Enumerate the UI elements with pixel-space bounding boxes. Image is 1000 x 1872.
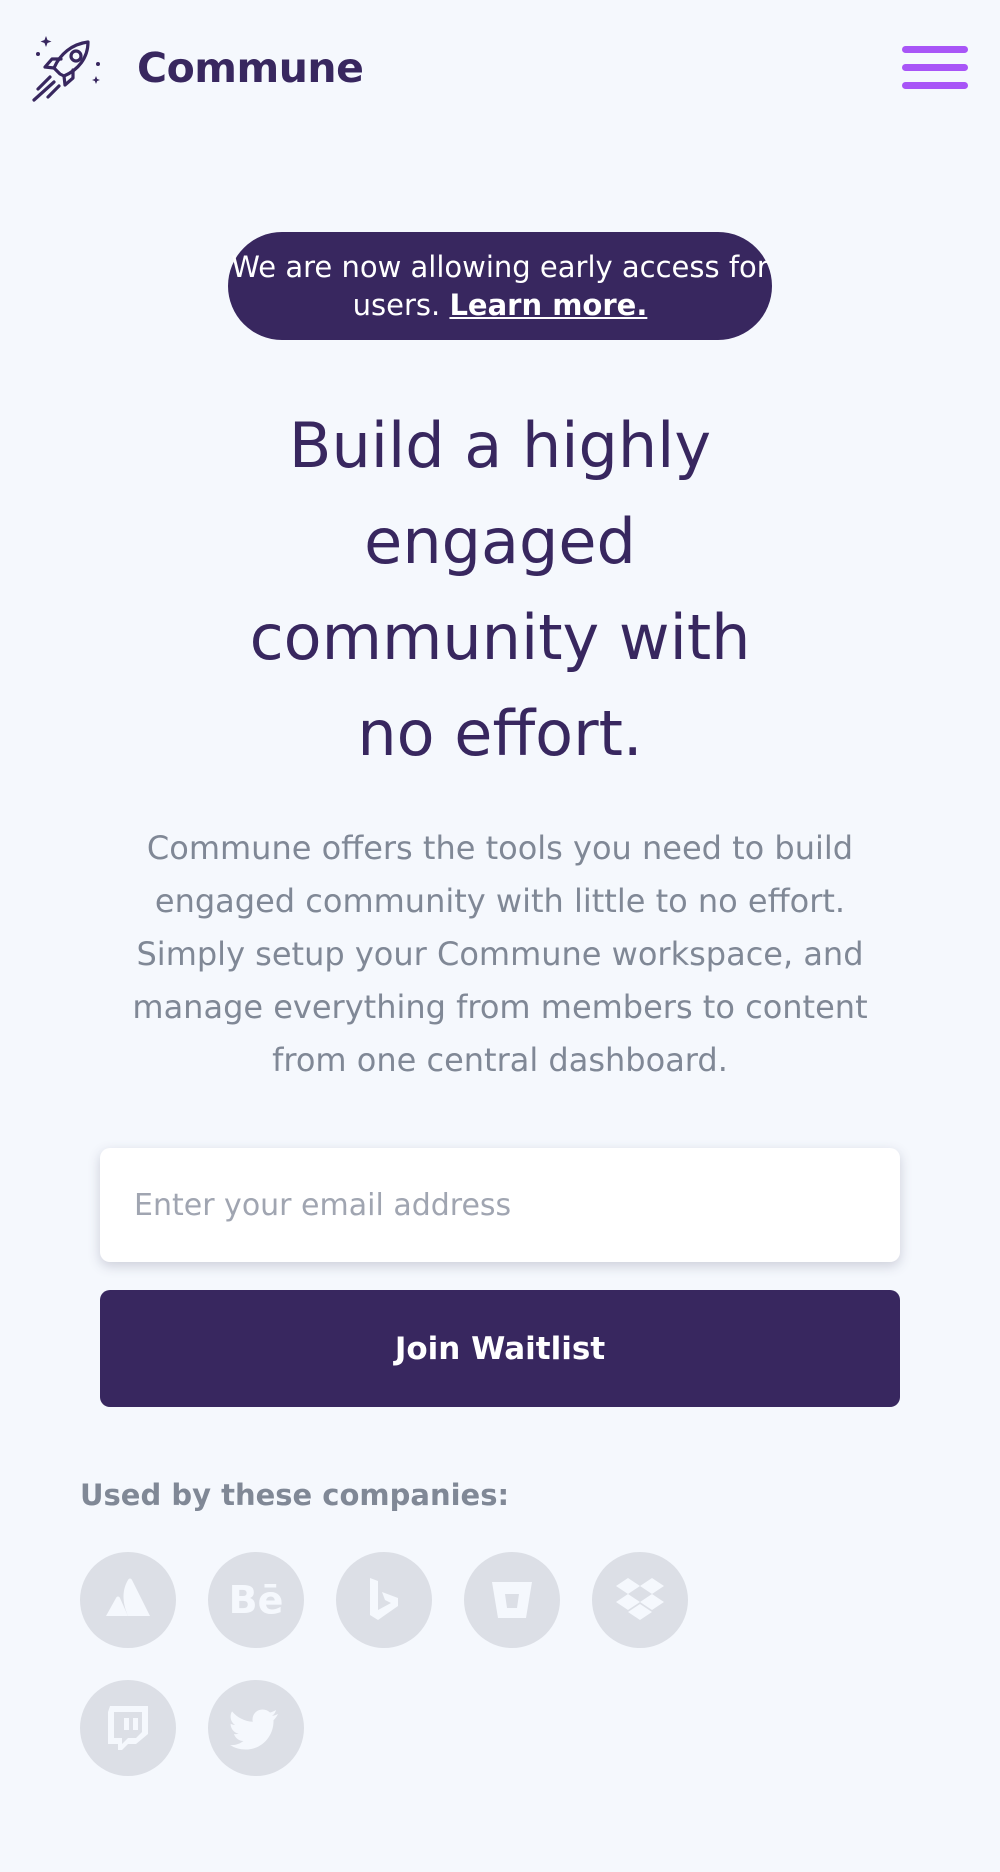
brand-name[interactable]: Commune — [137, 44, 364, 92]
company-logo-twitter[interactable] — [208, 1680, 304, 1776]
hero-description: Commune offers the tools you need to bui… — [132, 829, 868, 1079]
bing-icon — [370, 1578, 398, 1620]
company-logo-twitch[interactable] — [80, 1680, 176, 1776]
page-title: Build a highly engaged community with no… — [249, 409, 751, 770]
menu-bar — [902, 46, 968, 53]
twitter-icon — [230, 1709, 278, 1750]
company-logo-atlassian[interactable] — [80, 1552, 176, 1648]
hamburger-menu-icon[interactable] — [902, 46, 968, 90]
early-access-notice: We are now allowing early access for use… — [228, 232, 772, 340]
company-logo-behance[interactable]: Bē — [208, 1552, 304, 1648]
rocket-icon[interactable] — [30, 30, 104, 104]
behance-icon: Bē — [228, 1578, 284, 1622]
company-logo-dropbox[interactable] — [592, 1552, 688, 1648]
company-logo-bing[interactable] — [336, 1552, 432, 1648]
email-field[interactable] — [100, 1148, 900, 1262]
twitch-icon — [108, 1706, 148, 1750]
join-waitlist-button[interactable]: Join Waitlist — [100, 1290, 900, 1407]
learn-more-link[interactable]: Learn more. — [449, 288, 647, 322]
atlassian-icon — [106, 1578, 150, 1616]
menu-bar — [902, 64, 968, 71]
company-logo-bitbucket[interactable] — [464, 1552, 560, 1648]
dropbox-icon — [616, 1578, 664, 1620]
companies-label: Used by these companies: — [80, 1478, 510, 1512]
site-header: Commune — [0, 0, 1000, 140]
bitbucket-icon — [492, 1582, 532, 1618]
menu-bar — [902, 82, 968, 89]
